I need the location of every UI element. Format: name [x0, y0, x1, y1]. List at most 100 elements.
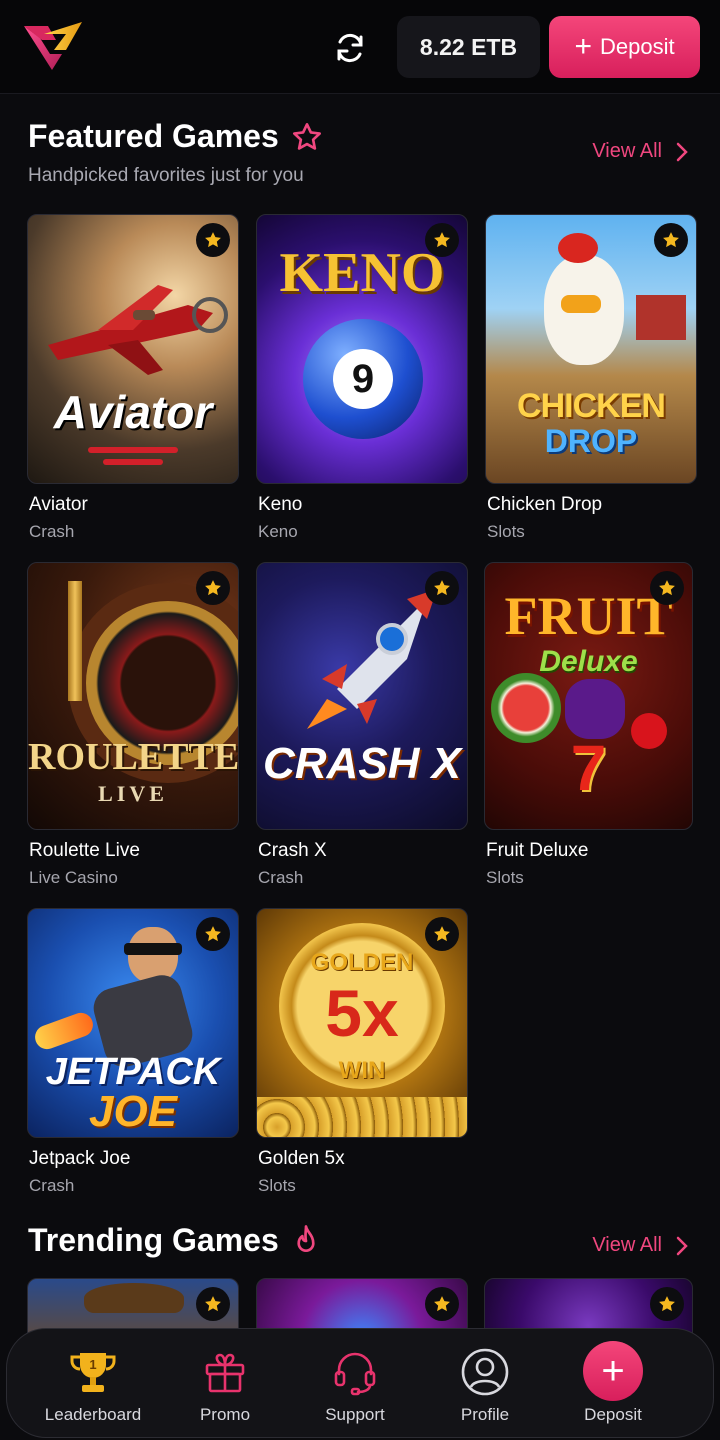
favorite-star-badge[interactable] [425, 571, 459, 605]
favorite-star-badge[interactable] [425, 1287, 459, 1321]
jet-flame [31, 1009, 97, 1053]
game-art-subtitle: WIN [338, 1057, 386, 1084]
brand-logo[interactable] [22, 20, 84, 74]
nav-label: Profile [460, 1405, 510, 1424]
star-icon [205, 580, 221, 596]
refresh-button[interactable] [328, 26, 372, 70]
star-outline-icon [292, 122, 321, 150]
game-name: Keno [258, 494, 303, 515]
game-thumbnail[interactable]: ROULETTE LIVE [27, 562, 239, 830]
keno-ball: 9 [303, 319, 423, 439]
star-icon [205, 926, 221, 942]
game-art-subtitle: JOE [88, 1087, 178, 1136]
game-name: Fruit Deluxe [486, 840, 589, 861]
star-icon [659, 580, 675, 596]
decorative-bar [88, 447, 178, 453]
star-icon [663, 232, 679, 248]
nav-item-promo[interactable]: Promo [165, 1329, 285, 1439]
deposit-button[interactable]: + Deposit [549, 16, 700, 78]
flame-icon [297, 1224, 315, 1252]
star-icon [434, 580, 450, 596]
chicken-comb [558, 233, 598, 263]
game-thumbnail[interactable]: JETPACK JOE [27, 908, 239, 1138]
game-art-title: GOLDEN [310, 949, 414, 976]
headset-icon [331, 1347, 379, 1397]
game-name: Golden 5x [258, 1148, 345, 1169]
game-category: Slots [487, 522, 525, 541]
game-thumbnail[interactable]: CRASH X [256, 562, 468, 830]
trending-title: Trending Games [28, 1222, 279, 1258]
view-all-label: View All [592, 1234, 662, 1256]
plus-icon: + [583, 1341, 643, 1401]
nav-item-profile[interactable]: Profile [425, 1329, 545, 1439]
featured-subtitle: Handpicked favorites just for you [28, 165, 304, 186]
game-category: Slots [486, 868, 524, 887]
keno-ball-number: 9 [333, 349, 393, 409]
nav-item-leaderboard[interactable]: 1 Leaderboard [33, 1329, 153, 1439]
favorite-star-badge[interactable] [654, 223, 688, 257]
refresh-icon [337, 33, 363, 63]
decorative-bar [103, 459, 163, 465]
game-card-aviator[interactable]: Aviator Aviator Crash [27, 214, 239, 542]
barn-illustration [636, 295, 686, 340]
favorite-star-badge[interactable] [196, 571, 230, 605]
game-name: Chicken Drop [487, 494, 603, 515]
game-art-number: 7 [570, 732, 607, 804]
star-icon [205, 232, 221, 248]
game-card-fruit-deluxe[interactable]: FRUIT Deluxe 7 Fruit Deluxe Slots [484, 562, 696, 888]
game-card-crash-x[interactable]: CRASH X Crash X Crash [256, 562, 468, 888]
plus-icon: + [574, 30, 592, 63]
nav-item-support[interactable]: Support [295, 1329, 415, 1439]
nav-label: Support [325, 1405, 385, 1424]
favorite-star-badge[interactable] [425, 917, 459, 951]
balance-display[interactable]: 8.22 ETB [397, 16, 540, 78]
favorite-star-badge[interactable] [196, 917, 230, 951]
game-art-title: ROULETTE [28, 736, 239, 778]
trophy-icon: 1 [68, 1347, 118, 1397]
game-name: Aviator [29, 494, 88, 515]
game-name: Roulette Live [29, 840, 140, 861]
game-category: Crash [29, 522, 75, 541]
game-card-jetpack-joe[interactable]: JETPACK JOE Jetpack Joe Crash [27, 908, 239, 1196]
featured-title: Featured Games [28, 118, 279, 154]
deposit-label: Deposit [599, 34, 675, 59]
grapes-illustration [565, 679, 625, 739]
roulette-spindle [68, 581, 82, 701]
game-thumbnail[interactable]: CHICKEN DROP [485, 214, 697, 484]
favorite-star-badge[interactable] [650, 571, 684, 605]
trending-view-all-link[interactable]: View All [592, 1234, 688, 1257]
favorite-star-badge[interactable] [425, 223, 459, 257]
star-icon [434, 1296, 450, 1312]
favorite-star-badge[interactable] [196, 1287, 230, 1321]
nav-item-deposit[interactable]: + Deposit [553, 1329, 673, 1439]
nav-label: Promo [199, 1405, 251, 1424]
favorite-star-badge[interactable] [196, 223, 230, 257]
game-art-number: 5x [325, 976, 399, 1050]
game-card-chicken-drop[interactable]: CHICKEN DROP Chicken Drop Slots [485, 214, 697, 542]
game-category: Live Casino [29, 868, 118, 887]
bottom-navigation: 1 Leaderboard Promo Support Profile + De… [6, 1328, 714, 1438]
game-thumbnail[interactable]: FRUIT Deluxe 7 [484, 562, 693, 830]
chevron-right-icon [676, 1236, 688, 1255]
game-thumbnail[interactable]: KENO 9 [256, 214, 468, 484]
nav-label: Leaderboard [44, 1405, 142, 1424]
game-category: Crash [258, 868, 304, 887]
game-category: Slots [258, 1176, 296, 1195]
game-art-title: Aviator [53, 386, 213, 438]
game-card-roulette-live[interactable]: ROULETTE LIVE Roulette Live Live Casino [27, 562, 239, 888]
game-art-subtitle: LIVE [98, 781, 168, 806]
game-thumbnail[interactable]: GOLDEN 5x WIN [256, 908, 468, 1138]
chevron-right-icon [676, 142, 688, 161]
sunglasses [124, 943, 182, 955]
game-card-keno[interactable]: KENO 9 Keno Keno [256, 214, 468, 542]
game-art-title: CHICKEN [517, 387, 666, 425]
svg-text:1: 1 [89, 1357, 96, 1372]
featured-section-header: Featured Games Handpicked favorites just… [28, 118, 694, 187]
game-card-golden-5x[interactable]: GOLDEN 5x WIN Golden 5x Slots [256, 908, 468, 1196]
star-icon [434, 232, 450, 248]
game-thumbnail[interactable]: Aviator [27, 214, 239, 484]
featured-view-all-link[interactable]: View All [592, 140, 688, 163]
favorite-star-badge[interactable] [650, 1287, 684, 1321]
game-category: Keno [258, 522, 298, 541]
nav-label: Deposit [584, 1405, 642, 1424]
